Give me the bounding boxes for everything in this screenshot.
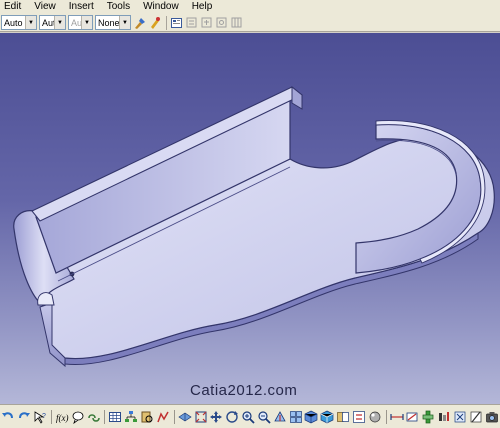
color-select[interactable]: Auto ▼ xyxy=(1,15,37,30)
chevron-down-icon[interactable]: ▼ xyxy=(25,16,36,29)
camera-icon[interactable] xyxy=(484,408,499,425)
menu-view-label: View xyxy=(34,1,56,12)
view-toolbar: ? f(x) xyxy=(0,404,500,428)
pan-icon[interactable] xyxy=(209,408,224,425)
link-icon[interactable] xyxy=(86,408,101,425)
layer-filter-icon[interactable] xyxy=(185,16,199,30)
layer-properties-icon[interactable] xyxy=(200,16,214,30)
catalog-icon[interactable] xyxy=(140,408,155,425)
menu-insert[interactable]: Insert xyxy=(67,0,105,14)
color-select-value: Auto xyxy=(4,17,23,28)
chevron-down-icon[interactable]: ▼ xyxy=(81,16,92,29)
zoom-out-icon[interactable] xyxy=(256,408,271,425)
line-thickness-select-value: Aut xyxy=(71,17,81,28)
tree-icon[interactable] xyxy=(124,408,139,425)
menu-help-label: Help xyxy=(191,1,213,12)
painter-brush-icon[interactable] xyxy=(133,16,147,30)
linetype-select-value: None xyxy=(98,17,119,28)
fit-all-icon[interactable] xyxy=(193,408,208,425)
apply-material-icon[interactable] xyxy=(367,408,382,425)
formula-icon[interactable]: f(x) xyxy=(54,408,69,425)
svg-text:f(x): f(x) xyxy=(56,413,69,423)
toolbar-separator xyxy=(166,15,167,30)
fly-mode-icon[interactable] xyxy=(177,408,192,425)
transparency-select-value: Aut xyxy=(42,17,54,28)
menu-help[interactable]: Help xyxy=(190,0,224,14)
transparency-select[interactable]: Aut ▼ xyxy=(39,15,66,30)
menu-window[interactable]: Window xyxy=(141,0,190,14)
measure-inertia-icon[interactable] xyxy=(421,408,436,425)
hide-show-icon[interactable] xyxy=(336,408,351,425)
multi-view-icon[interactable] xyxy=(288,408,303,425)
normal-view-icon[interactable] xyxy=(272,408,287,425)
swap-visible-space-icon[interactable] xyxy=(352,408,367,425)
rotate-icon[interactable] xyxy=(225,408,240,425)
iso-view-icon[interactable] xyxy=(304,408,319,425)
grid-filter-icon[interactable] xyxy=(230,16,244,30)
menu-edit[interactable]: Edit xyxy=(2,0,32,14)
menu-tools-label: Tools xyxy=(106,1,131,12)
shading-icon[interactable] xyxy=(320,408,335,425)
menu-view[interactable]: View xyxy=(32,0,67,14)
measure-between-icon[interactable] xyxy=(389,408,404,425)
menu-insert-label: Insert xyxy=(68,1,94,12)
whats-this-icon[interactable]: ? xyxy=(33,408,48,425)
cut-icon[interactable] xyxy=(468,408,483,425)
sheetmetal-part-model[interactable] xyxy=(0,33,500,404)
3d-viewport[interactable]: Catia2012.com xyxy=(0,33,500,404)
menu-tools[interactable]: Tools xyxy=(105,0,141,14)
table-icon[interactable] xyxy=(108,408,123,425)
menu-edit-label: Edit xyxy=(4,1,22,12)
watermark-text: Catia2012.com xyxy=(190,382,298,399)
menu-window-label: Window xyxy=(143,1,179,12)
measure-item-icon[interactable] xyxy=(405,408,420,425)
chevron-down-icon[interactable]: ▼ xyxy=(119,16,130,29)
properties-icon[interactable] xyxy=(170,16,184,30)
graphic-properties-toolbar: Auto ▼ Aut ▼ Aut ▼ None ▼ xyxy=(0,14,500,32)
chevron-down-icon[interactable]: ▼ xyxy=(54,16,65,29)
linetype-select[interactable]: None ▼ xyxy=(95,15,131,30)
apply-dress-up-icon[interactable] xyxy=(453,408,468,425)
zoom-in-icon[interactable] xyxy=(241,408,256,425)
svg-text:?: ? xyxy=(42,413,46,420)
menu-bar: Edit View Insert Tools Window Help xyxy=(0,0,500,14)
line-thickness-select[interactable]: Aut ▼ xyxy=(68,15,93,30)
redo-icon[interactable] xyxy=(17,408,32,425)
analysis-icon[interactable] xyxy=(155,408,170,425)
visual-filter-icon[interactable] xyxy=(215,16,229,30)
rolled-hem-curl xyxy=(37,292,55,306)
bearing-icon[interactable] xyxy=(437,408,452,425)
format-painter-icon[interactable] xyxy=(148,16,162,30)
knowledge-icon[interactable] xyxy=(70,408,85,425)
undo-icon[interactable] xyxy=(1,408,16,425)
